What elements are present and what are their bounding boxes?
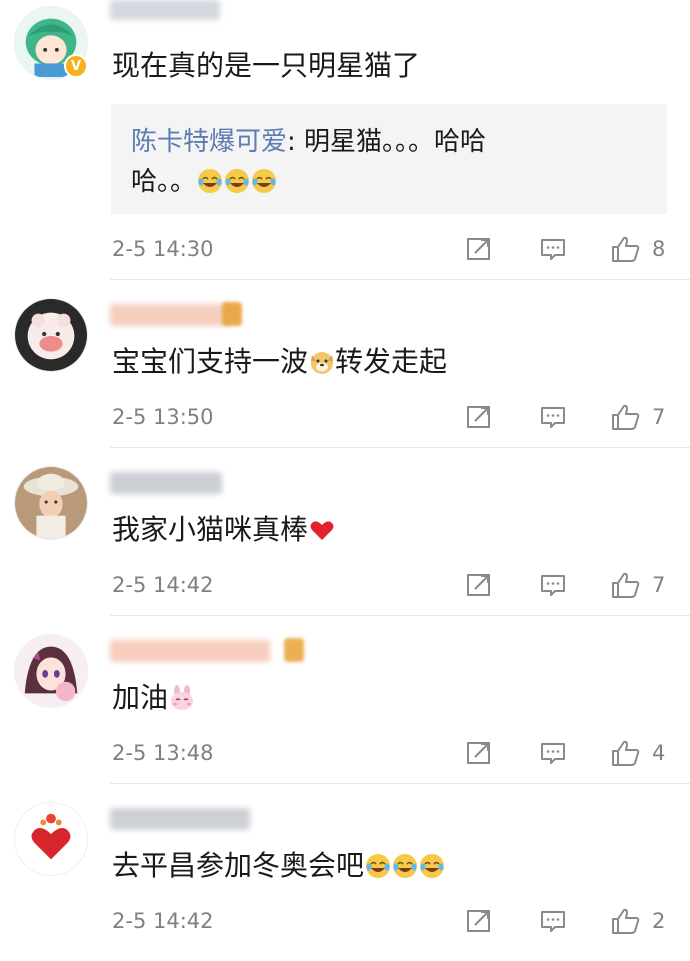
- laugh-cry-emoji: [251, 168, 277, 194]
- like-count: 2: [652, 909, 666, 933]
- comment-item: 宝宝们支持一波 转发走起 2-5 13:50 7: [0, 280, 690, 448]
- share-icon[interactable]: [465, 403, 493, 431]
- thumbs-up-icon[interactable]: [610, 235, 642, 263]
- comment-text-part2: 转发走起: [335, 345, 448, 378]
- comment-text-part1: 我家小猫咪真棒: [112, 513, 309, 546]
- quoted-reply[interactable]: 陈卡特爆可爱: 明星猫。。。哈哈 哈。。: [111, 104, 667, 214]
- comment-footer: 2-5 14:30 8: [112, 234, 690, 264]
- comment-time: 2-5 14:30: [112, 237, 214, 261]
- comment-footer: 2-5 14:42 7: [112, 570, 690, 600]
- thumbs-up-icon[interactable]: [610, 907, 642, 935]
- comment-icon[interactable]: [539, 403, 567, 431]
- username-blurred[interactable]: [110, 0, 220, 20]
- like-count: 7: [652, 573, 666, 597]
- quoted-username[interactable]: 陈卡特爆可爱: [131, 127, 287, 157]
- comment-icon[interactable]: [539, 739, 567, 767]
- share-icon[interactable]: [465, 571, 493, 599]
- comment-text: 我家小猫咪真棒: [112, 510, 335, 550]
- like-count: 8: [652, 237, 666, 261]
- comment-time: 2-5 13:48: [112, 741, 214, 765]
- username-emoji-blurred: [284, 638, 304, 662]
- quote-text-line2: 哈。。: [131, 167, 197, 197]
- pink-bunny-emoji: [169, 685, 195, 711]
- thumbs-up-icon[interactable]: [610, 571, 642, 599]
- thumbs-up-icon[interactable]: [610, 739, 642, 767]
- comment-icon[interactable]: [539, 907, 567, 935]
- quote-separator: :: [287, 127, 305, 157]
- comment-text-part1: 加油: [112, 681, 169, 714]
- thumbs-up-icon[interactable]: [610, 403, 642, 431]
- username-emoji-blurred: [222, 302, 242, 326]
- laugh-cry-emoji: [197, 168, 223, 194]
- red-heart-emoji: [309, 517, 335, 543]
- laugh-cry-emoji: [365, 853, 391, 879]
- quote-text-line1: 明星猫。。。哈哈: [304, 127, 487, 157]
- comment-time: 2-5 14:42: [112, 573, 214, 597]
- comment-item: 去平昌参加冬奥会吧 2-5 14:42 2: [0, 784, 690, 961]
- verified-badge: V: [64, 54, 88, 78]
- comment-item: 我家小猫咪真棒 2-5 14:42 7: [0, 448, 690, 616]
- user-avatar[interactable]: [14, 802, 88, 876]
- comment-text-part1: 宝宝们支持一波: [112, 345, 309, 378]
- username-blurred[interactable]: [110, 304, 230, 326]
- user-avatar[interactable]: [14, 298, 88, 372]
- comment-footer: 2-5 14:42 2: [112, 906, 690, 936]
- comment-text-part1: 去平昌参加冬奥会吧: [112, 849, 365, 882]
- comment-footer: 2-5 13:48 4: [112, 738, 690, 768]
- laugh-cry-emoji: [224, 168, 250, 194]
- comment-time: 2-5 14:42: [112, 909, 214, 933]
- comment-icon[interactable]: [539, 235, 567, 263]
- comment-text: 去平昌参加冬奥会吧: [112, 846, 445, 886]
- comment-text: 宝宝们支持一波 转发走起: [112, 342, 447, 382]
- laugh-cry-emoji: [419, 853, 445, 879]
- username-blurred[interactable]: [110, 808, 250, 830]
- share-icon[interactable]: [465, 739, 493, 767]
- comment-item: 加油 2-5 13:48 4: [0, 616, 690, 784]
- share-icon[interactable]: [465, 235, 493, 263]
- comment-icon[interactable]: [539, 571, 567, 599]
- comment-footer: 2-5 13:50 7: [112, 402, 690, 432]
- username-blurred[interactable]: [110, 472, 222, 494]
- comment-text: 现在真的是一只明星猫了: [112, 49, 421, 82]
- doge-emoji: [309, 349, 335, 375]
- comment-item: V 现在真的是一只明星猫了 陈卡特爆可爱: 明星猫。。。哈哈 哈。。 2-5 1…: [0, 0, 690, 280]
- laugh-cry-emoji: [392, 853, 418, 879]
- like-count: 4: [652, 741, 666, 765]
- comment-time: 2-5 13:50: [112, 405, 214, 429]
- share-icon[interactable]: [465, 907, 493, 935]
- comment-text: 加油: [112, 678, 195, 718]
- user-avatar[interactable]: [14, 466, 88, 540]
- like-count: 7: [652, 405, 666, 429]
- username-blurred[interactable]: [110, 640, 270, 662]
- user-avatar[interactable]: [14, 634, 88, 708]
